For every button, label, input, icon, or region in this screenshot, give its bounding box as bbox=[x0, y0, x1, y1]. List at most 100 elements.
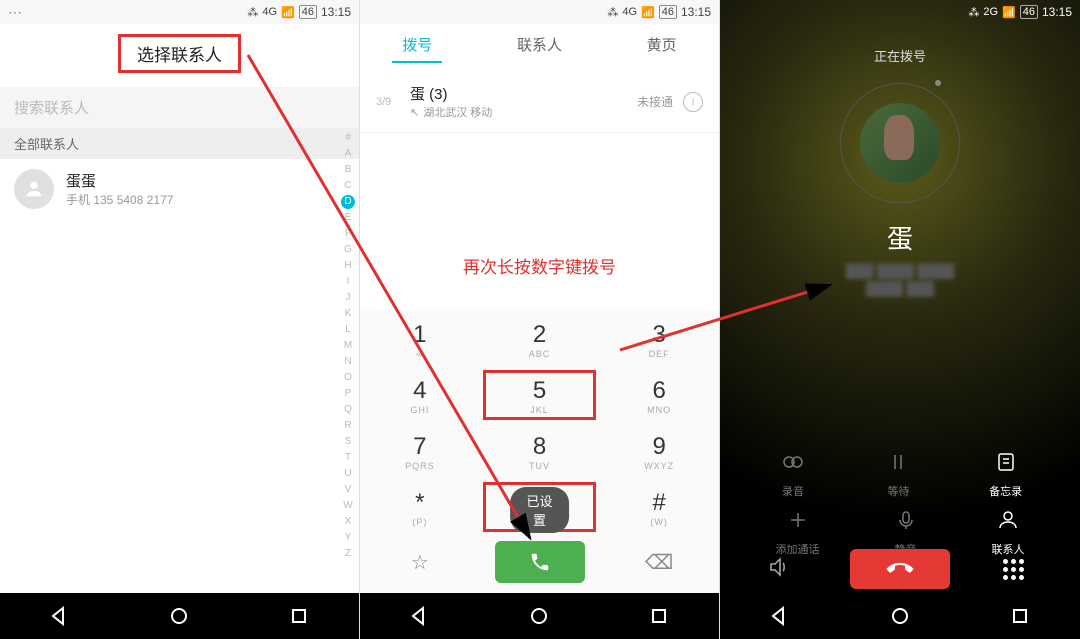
alpha-L[interactable]: L bbox=[341, 322, 355, 338]
clock: 13:15 bbox=[321, 5, 351, 19]
alpha-F[interactable]: F bbox=[341, 226, 355, 242]
clock: 13:15 bbox=[681, 5, 711, 19]
key-3[interactable]: 3DEF bbox=[599, 311, 719, 367]
alpha-G[interactable]: G bbox=[341, 242, 355, 258]
battery-label: 46 bbox=[1020, 5, 1038, 19]
alpha-#[interactable]: # bbox=[341, 130, 355, 146]
alpha-B[interactable]: B bbox=[341, 162, 355, 178]
alpha-U[interactable]: U bbox=[341, 466, 355, 482]
calling-panel: ⁂ 2G 📶 46 13:15 正在拨号 蛋 ███ ████ ████████… bbox=[720, 0, 1080, 639]
dialpad: 1∞2ABC3DEF 4GHI5JKL6MNO 7PQRS8TUV9WXYZ *(P)… bbox=[360, 311, 719, 593]
avatar-icon bbox=[14, 169, 54, 209]
key-5[interactable]: 5JKL bbox=[480, 367, 600, 423]
tab-yellowpages[interactable]: 黄页 bbox=[637, 34, 687, 63]
alpha-J[interactable]: J bbox=[341, 290, 355, 306]
call-button[interactable] bbox=[480, 541, 600, 583]
key-9[interactable]: 9WXYZ bbox=[599, 423, 719, 479]
alpha-Z[interactable]: Z bbox=[341, 546, 355, 562]
battery-label: 46 bbox=[299, 5, 317, 19]
bluetooth-icon: ⁂ bbox=[968, 6, 979, 19]
signal-2g-label: 2G bbox=[983, 6, 998, 18]
key-4[interactable]: 4GHI bbox=[360, 367, 480, 423]
alpha-T[interactable]: T bbox=[341, 450, 355, 466]
speaker-button[interactable] bbox=[767, 555, 797, 584]
bluetooth-icon: ⁂ bbox=[247, 6, 258, 19]
call-actions-row1: 录音 等待 备忘录 bbox=[720, 447, 1080, 499]
key-7[interactable]: 7PQRS bbox=[360, 423, 480, 479]
signal-4g-label: 4G bbox=[262, 6, 277, 18]
tab-dial[interactable]: 拨号 bbox=[392, 34, 442, 63]
back-button[interactable] bbox=[408, 604, 432, 628]
key-*[interactable]: *(P) bbox=[360, 479, 480, 535]
alpha-E[interactable]: E bbox=[341, 210, 355, 226]
key-1[interactable]: 1∞ bbox=[360, 311, 480, 367]
recent-button[interactable] bbox=[647, 604, 671, 628]
recent-button[interactable] bbox=[1008, 604, 1032, 628]
call-location: 湖北武汉 移动 bbox=[423, 104, 492, 120]
contact-row[interactable]: 蛋蛋 手机 135 5408 2177 bbox=[0, 159, 359, 219]
backspace-button[interactable]: ⌫ bbox=[599, 550, 719, 575]
more-icon[interactable]: ⋯ bbox=[8, 4, 22, 21]
hangup-button[interactable] bbox=[850, 549, 950, 589]
home-button[interactable] bbox=[167, 604, 191, 628]
alpha-K[interactable]: K bbox=[341, 306, 355, 322]
signal-icon: 📶 bbox=[1002, 6, 1016, 19]
key-0[interactable]: 0+已设置 bbox=[480, 479, 600, 535]
tab-contacts[interactable]: 联系人 bbox=[507, 34, 572, 63]
status-bar: ⁂ 2G 📶 46 13:15 bbox=[720, 0, 1080, 24]
android-navbar bbox=[360, 593, 719, 639]
clock: 13:15 bbox=[1042, 5, 1072, 19]
alpha-S[interactable]: S bbox=[341, 434, 355, 450]
memo-button[interactable]: 备忘录 bbox=[989, 447, 1022, 499]
alpha-X[interactable]: X bbox=[341, 514, 355, 530]
key-8[interactable]: 8TUV bbox=[480, 423, 600, 479]
alpha-M[interactable]: M bbox=[341, 338, 355, 354]
call-bottom-row bbox=[720, 549, 1080, 589]
battery-label: 46 bbox=[659, 5, 677, 19]
alpha-Q[interactable]: Q bbox=[341, 402, 355, 418]
back-button[interactable] bbox=[48, 604, 72, 628]
contact-avatar bbox=[860, 103, 940, 183]
alpha-A[interactable]: A bbox=[341, 146, 355, 162]
annotation-text: 再次长按数字键拨号 bbox=[360, 133, 719, 288]
android-navbar bbox=[720, 593, 1080, 639]
alpha-O[interactable]: O bbox=[341, 370, 355, 386]
avatar-ring bbox=[840, 83, 960, 203]
call-name: 蛋 (3) bbox=[410, 83, 627, 104]
alpha-V[interactable]: V bbox=[341, 482, 355, 498]
record-button[interactable]: 录音 bbox=[778, 447, 808, 499]
home-button[interactable] bbox=[527, 604, 551, 628]
section-header: 全部联系人 bbox=[0, 128, 359, 159]
key-6[interactable]: 6MNO bbox=[599, 367, 719, 423]
back-button[interactable] bbox=[768, 604, 792, 628]
info-icon[interactable]: i bbox=[683, 92, 703, 112]
alpha-H[interactable]: H bbox=[341, 258, 355, 274]
alpha-N[interactable]: N bbox=[341, 354, 355, 370]
dialpad-toggle-button[interactable] bbox=[1003, 559, 1033, 580]
key-2[interactable]: 2ABC bbox=[480, 311, 600, 367]
favorite-button[interactable]: ☆ bbox=[360, 550, 480, 575]
recent-button[interactable] bbox=[287, 604, 311, 628]
contacts-panel: ⋯ ⁂ 4G 📶 46 13:15 选择联系人 搜索联系人 全部联系人 蛋蛋 手… bbox=[0, 0, 360, 639]
alpha-I[interactable]: I bbox=[341, 274, 355, 290]
home-button[interactable] bbox=[888, 604, 912, 628]
call-status: 未接通 bbox=[637, 93, 673, 110]
recent-call-row[interactable]: 3/9 蛋 (3) ↖ 湖北武汉 移动 未接通 i bbox=[360, 71, 719, 133]
page-title: 选择联系人 bbox=[118, 34, 241, 73]
contact-phone: 手机 135 5408 2177 bbox=[66, 191, 173, 208]
alpha-C[interactable]: C bbox=[341, 178, 355, 194]
alpha-D[interactable]: D bbox=[341, 195, 355, 209]
hold-button[interactable]: 等待 bbox=[883, 447, 913, 499]
key-#[interactable]: #(W) bbox=[599, 479, 719, 535]
missed-call-icon: ↖ bbox=[410, 106, 419, 119]
signal-4g-label: 4G bbox=[622, 6, 637, 18]
alpha-W[interactable]: W bbox=[341, 498, 355, 514]
alpha-index[interactable]: #ABCDEFGHIJKLMNOPQRSTUVWXYZ bbox=[341, 130, 355, 562]
toast: 已设置 bbox=[510, 487, 570, 533]
alpha-Y[interactable]: Y bbox=[341, 530, 355, 546]
call-date: 3/9 bbox=[376, 96, 400, 108]
alpha-P[interactable]: P bbox=[341, 386, 355, 402]
search-input[interactable]: 搜索联系人 bbox=[0, 87, 359, 128]
alpha-R[interactable]: R bbox=[341, 418, 355, 434]
calling-label: 正在拨号 bbox=[720, 24, 1080, 65]
